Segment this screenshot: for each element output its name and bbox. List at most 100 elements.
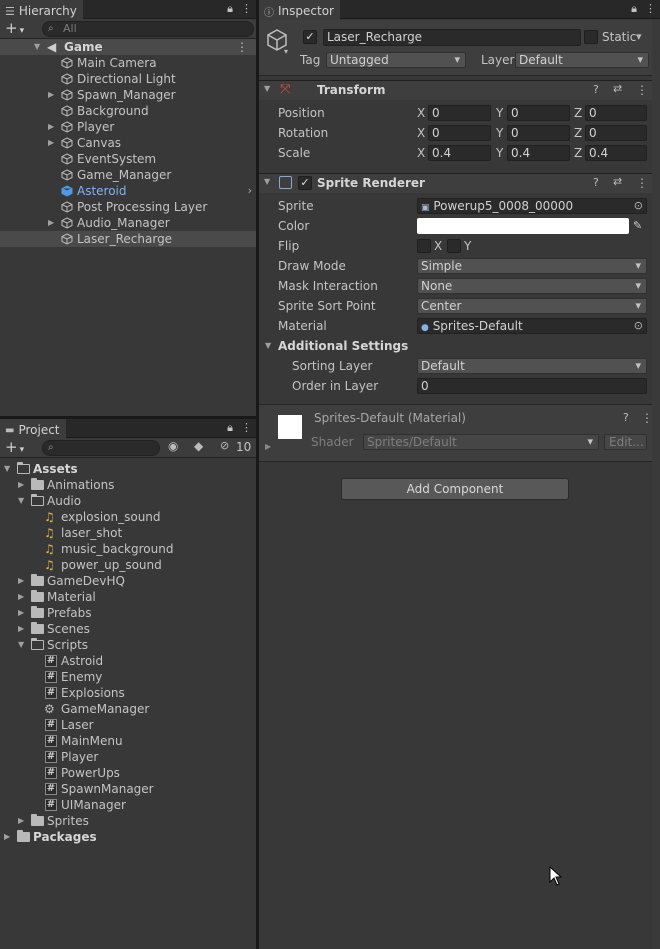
transform-position-z-input[interactable]: 0: [585, 105, 647, 121]
transform-position-x-input[interactable]: 0: [428, 105, 491, 121]
foldout-arrow-icon[interactable]: ▼: [264, 84, 270, 93]
transform-position-y-input[interactable]: 0: [507, 105, 570, 121]
hierarchy-item[interactable]: ▶ Canvas: [0, 135, 256, 151]
axis-z-label[interactable]: Z: [574, 104, 582, 122]
color-swatch[interactable]: [417, 218, 629, 234]
project-tree-item[interactable]: ▶ Sprites: [0, 813, 256, 829]
project-tree-item[interactable]: ♫ power_up_sound: [0, 557, 256, 573]
hierarchy-item[interactable]: Background: [0, 103, 256, 119]
draw-mode-dropdown[interactable]: Simple: [417, 258, 647, 274]
axis-x-label[interactable]: X: [417, 124, 425, 142]
axis-y-label[interactable]: Y: [496, 104, 503, 122]
sprite-renderer-header[interactable]: ▼ ✓ Sprite Renderer ? ⇄ ⋮: [259, 173, 660, 193]
static-checkbox[interactable]: [584, 30, 598, 44]
help-icon[interactable]: ?: [593, 83, 599, 96]
sorting-layer-dropdown[interactable]: Default: [417, 358, 647, 374]
order-in-layer-input[interactable]: 0: [417, 378, 647, 394]
object-name-input[interactable]: Laser_Recharge: [323, 29, 581, 46]
project-tree-item[interactable]: ⚙ GameManager: [0, 701, 256, 717]
transform-header[interactable]: ▼ ⤧ Transform ? ⇄ ⋮: [259, 80, 660, 100]
hierarchy-item[interactable]: Main Camera: [0, 55, 256, 71]
search-by-type-icon[interactable]: ◉: [168, 439, 178, 453]
add-component-button[interactable]: Add Component: [341, 478, 569, 500]
create-dropdown-button[interactable]: + ▾: [5, 20, 24, 39]
transform-rotation-y-input[interactable]: 0: [507, 125, 570, 141]
expand-arrow-icon[interactable]: ▶: [18, 605, 24, 621]
expand-arrow-icon[interactable]: ▼: [34, 39, 40, 55]
project-tree-item[interactable]: # Explosions: [0, 685, 256, 701]
hierarchy-item[interactable]: Laser_Recharge: [0, 231, 256, 247]
project-tree-item[interactable]: ♫ laser_shot: [0, 525, 256, 541]
project-tree-item[interactable]: ▶ Prefabs: [0, 605, 256, 621]
sprite-renderer-enabled-checkbox[interactable]: ✓: [298, 176, 312, 190]
project-tree-item[interactable]: ♫ explosion_sound: [0, 509, 256, 525]
active-checkbox[interactable]: ✓: [303, 30, 317, 44]
project-tree-item[interactable]: ▶ GameDevHQ: [0, 573, 256, 589]
project-tree-item[interactable]: # Astroid: [0, 653, 256, 669]
tab-inspector[interactable]: ⓘ Inspector: [259, 0, 340, 20]
preset-icon[interactable]: ⇄: [613, 175, 622, 188]
eyedropper-icon[interactable]: ✎: [633, 217, 642, 235]
axis-z-label[interactable]: Z: [574, 144, 582, 162]
tab-project[interactable]: ▬ Project: [0, 419, 66, 439]
expand-arrow-icon[interactable]: ▶: [18, 477, 24, 493]
project-tree-item[interactable]: ▶ Material: [0, 589, 256, 605]
shader-dropdown[interactable]: Sprites/Default: [363, 434, 599, 450]
object-picker-icon[interactable]: ⊙: [634, 199, 643, 213]
hierarchy-item[interactable]: EventSystem: [0, 151, 256, 167]
project-tree-item[interactable]: ▼ Assets: [0, 461, 256, 477]
more-icon[interactable]: ⋮: [241, 2, 252, 16]
expand-arrow-icon[interactable]: ▶: [18, 813, 24, 829]
more-icon[interactable]: ⋮: [645, 2, 656, 16]
expand-arrow-icon[interactable]: ▶: [18, 621, 24, 637]
lock-icon[interactable]: 🔒︎: [227, 421, 233, 435]
tab-hierarchy[interactable]: ☰ Hierarchy: [0, 0, 83, 20]
project-tree-item[interactable]: ▶ Animations: [0, 477, 256, 493]
project-tree-item[interactable]: ▶ Scenes: [0, 621, 256, 637]
transform-scale-y-input[interactable]: 0.4: [507, 145, 570, 161]
hidden-packages-icon[interactable]: ⊘: [220, 439, 229, 452]
transform-scale-z-input[interactable]: 0.4: [585, 145, 647, 161]
help-icon[interactable]: ?: [623, 411, 629, 424]
search-by-label-icon[interactable]: ◆: [194, 439, 203, 453]
transform-rotation-z-input[interactable]: 0: [585, 125, 647, 141]
expand-arrow-icon[interactable]: ▶: [48, 135, 54, 151]
hierarchy-item[interactable]: Post Processing Layer: [0, 199, 256, 215]
expand-arrow-icon[interactable]: ▶: [18, 573, 24, 589]
foldout-arrow-icon[interactable]: ▼: [265, 337, 271, 355]
project-tree-item[interactable]: ▶ Packages: [0, 829, 256, 845]
static-dropdown-icon[interactable]: ▾: [636, 30, 642, 43]
sprite-sort-point-dropdown[interactable]: Center: [417, 298, 647, 314]
hierarchy-item[interactable]: Asteroid ›: [0, 183, 256, 199]
hierarchy-item[interactable]: Directional Light: [0, 71, 256, 87]
project-tree-item[interactable]: ▼ Audio: [0, 493, 256, 509]
project-search-input[interactable]: ⌕: [42, 440, 160, 456]
material-object-field[interactable]: ● Sprites-Default ⊙: [417, 318, 647, 334]
axis-y-label[interactable]: Y: [496, 124, 503, 142]
expand-arrow-icon[interactable]: ▶: [18, 589, 24, 605]
foldout-arrow-icon[interactable]: ▶: [265, 442, 271, 451]
additional-settings-row[interactable]: ▼ Additional Settings: [259, 337, 660, 355]
shader-edit-button[interactable]: Edit...: [604, 434, 647, 450]
layer-dropdown[interactable]: Default: [515, 52, 649, 68]
collapse-arrow-icon[interactable]: ▼: [4, 461, 10, 477]
project-tree-item[interactable]: ♫ music_background: [0, 541, 256, 557]
preset-icon[interactable]: ⇄: [613, 82, 622, 95]
project-tree-item[interactable]: # SpawnManager: [0, 781, 256, 797]
hierarchy-item[interactable]: ▶ Spawn_Manager: [0, 87, 256, 103]
help-icon[interactable]: ?: [593, 176, 599, 189]
expand-arrow-icon[interactable]: ▶: [48, 87, 54, 103]
project-tree-item[interactable]: # Player: [0, 749, 256, 765]
collapse-arrow-icon[interactable]: ▼: [18, 493, 24, 509]
transform-rotation-x-input[interactable]: 0: [428, 125, 491, 141]
project-tree-item[interactable]: # PowerUps: [0, 765, 256, 781]
object-picker-icon[interactable]: ⊙: [634, 319, 643, 333]
axis-z-label[interactable]: Z: [574, 124, 582, 142]
project-tree-item[interactable]: # Enemy: [0, 669, 256, 685]
hierarchy-item[interactable]: ▶ Player: [0, 119, 256, 135]
project-tree-item[interactable]: # Laser: [0, 717, 256, 733]
scene-row[interactable]: ▼ ◀︎ Game ⋮: [0, 39, 256, 55]
transform-scale-x-input[interactable]: 0.4: [428, 145, 491, 161]
axis-x-label[interactable]: X: [417, 144, 425, 162]
component-menu-icon[interactable]: ⋮: [636, 83, 648, 97]
